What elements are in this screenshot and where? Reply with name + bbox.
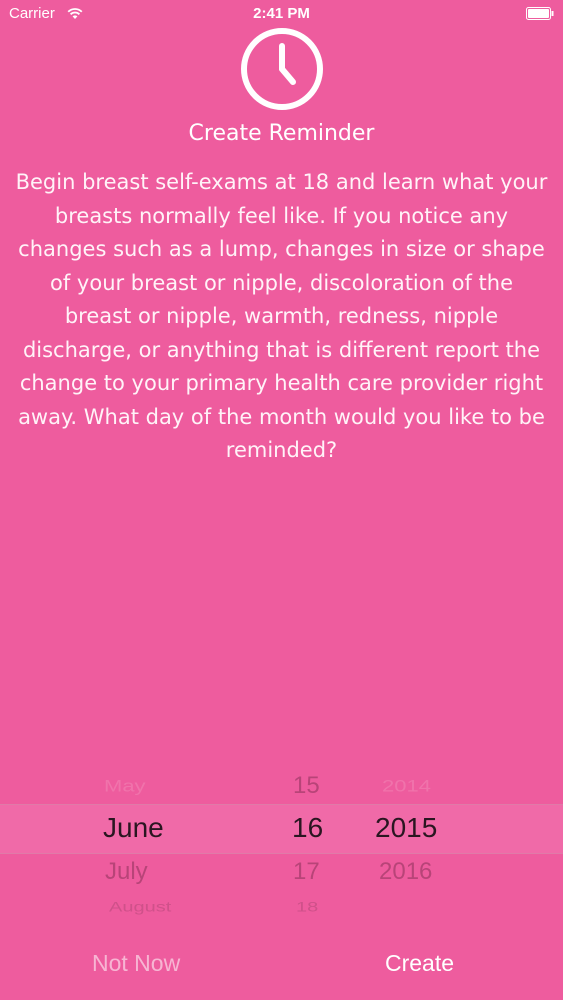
picker-day-below[interactable]: 17 <box>293 858 320 886</box>
picker-day-below-far[interactable]: 18 <box>296 899 318 915</box>
status-time: 2:41 PM <box>253 5 310 22</box>
dialog-title: Create Reminder <box>188 121 375 146</box>
picker-month-below[interactable]: July <box>105 858 148 886</box>
picker-month-selected[interactable]: June <box>103 812 164 844</box>
picker-year-above[interactable]: 2014 <box>382 776 431 796</box>
reminder-message: Begin breast self-exams at 18 and learn … <box>15 170 548 462</box>
battery-icon <box>526 7 554 20</box>
picker-month-above[interactable]: May <box>104 776 146 796</box>
clock-icon <box>239 26 325 112</box>
picker-day-selected[interactable]: 16 <box>292 812 323 844</box>
picker-selection-band <box>0 804 563 854</box>
picker-month-below-far[interactable]: August <box>109 899 171 915</box>
not-now-button[interactable]: Not Now <box>92 950 180 977</box>
picker-day-above[interactable]: 15 <box>293 772 320 800</box>
date-picker[interactable]: May June July August 15 16 17 18 2014 20… <box>0 760 563 925</box>
picker-year-below[interactable]: 2016 <box>379 858 432 886</box>
create-button[interactable]: Create <box>385 950 454 977</box>
picker-year-selected[interactable]: 2015 <box>375 812 437 844</box>
